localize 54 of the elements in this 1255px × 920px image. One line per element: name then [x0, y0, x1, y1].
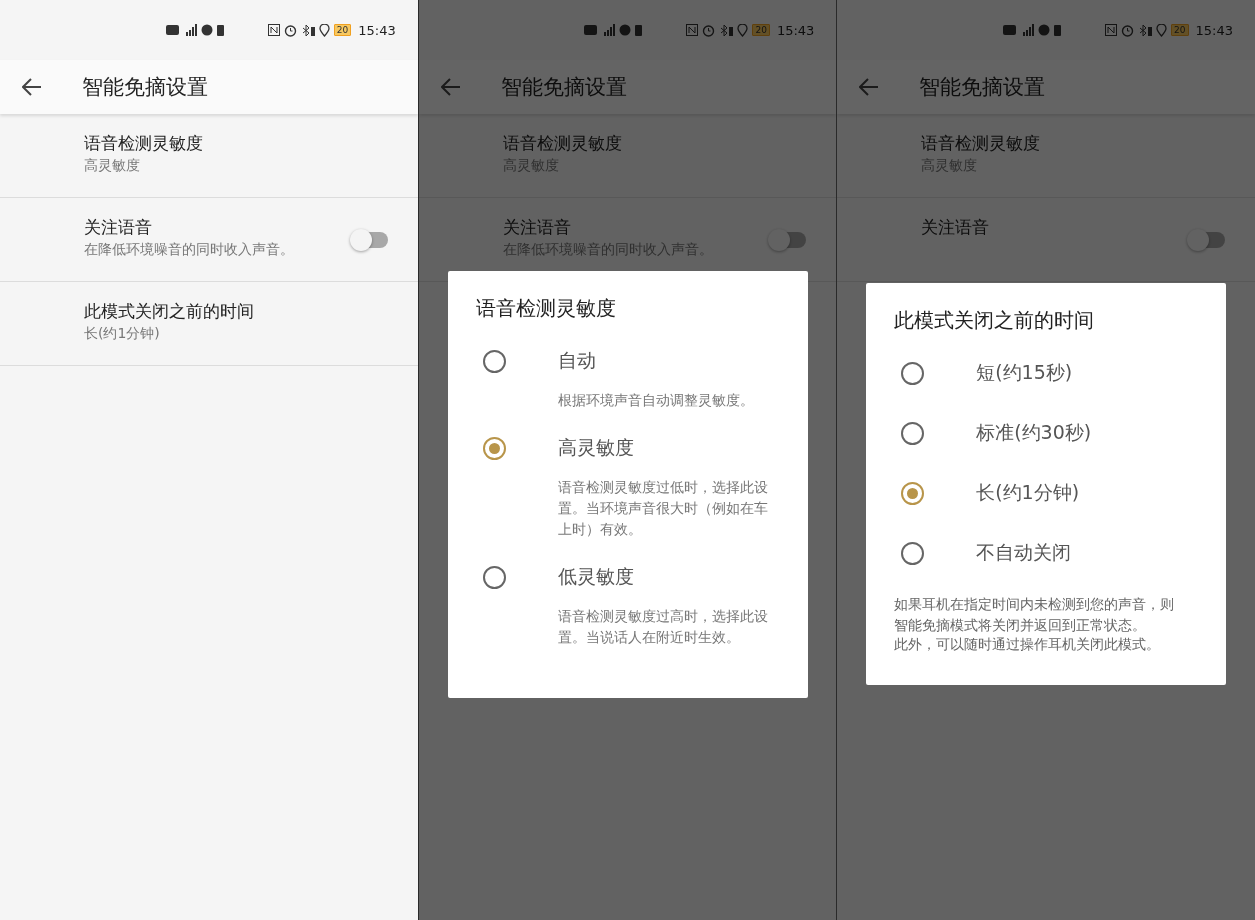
radio-option[interactable]: 高灵敏度 语音检测灵敏度过低时，选择此设置。当环境声音很大时（例如在车上时）有效。	[475, 430, 780, 540]
battery-icon	[1054, 24, 1062, 36]
setting-title: 语音检测灵敏度	[502, 132, 623, 155]
bluetooth-icon	[719, 23, 734, 37]
radio-option[interactable]: 自动 根据环境声音自动调整灵敏度。	[475, 343, 780, 411]
screen-title: 智能免摘设置	[919, 74, 1046, 101]
signal-icon	[601, 24, 616, 36]
battery-level: 20	[333, 24, 352, 36]
bluetooth-icon	[300, 23, 315, 37]
settings-row[interactable]: 语音检测灵敏度 高灵敏度	[0, 114, 418, 198]
clock-time: 15:43	[358, 22, 396, 38]
clock-time: 15:43	[776, 22, 815, 38]
battery-level: 20	[1171, 24, 1189, 36]
setting-value: 高灵敏度	[84, 157, 141, 175]
nfc-icon	[1105, 24, 1118, 36]
toggle-switch[interactable]	[1189, 231, 1225, 248]
setting-title: 关注语音	[84, 216, 153, 239]
dialog-note: 如果耳机在指定时间内未检测到您的声音，则智能免摘模式将关闭并返回到正常状态。	[894, 595, 1176, 635]
alarm-icon	[283, 23, 297, 37]
location-icon	[737, 23, 749, 37]
settings-row[interactable]: 此模式关闭之前的时间 长(约1分钟)	[0, 282, 418, 366]
radio-option[interactable]: 长(约1分钟)	[894, 476, 1199, 508]
radio-option[interactable]: 低灵敏度 语音检测灵敏度过高时，选择此设置。当说话人在附近时生效。	[475, 559, 780, 648]
radio-option[interactable]: 不自动关闭	[894, 536, 1199, 568]
toggle-switch[interactable]	[770, 231, 807, 248]
radio-option[interactable]: 短(约15秒)	[894, 356, 1199, 388]
setting-title: 此模式关闭之前的时间	[84, 300, 255, 323]
setting-title: 关注语音	[502, 216, 572, 239]
location-icon	[318, 23, 330, 37]
alarm-icon	[1121, 23, 1135, 37]
dialog-title: 此模式关闭之前的时间	[894, 307, 1096, 334]
toggle-switch[interactable]	[351, 231, 388, 248]
nfc-icon	[267, 24, 280, 36]
nfc-icon	[686, 24, 699, 36]
clock-time: 15:43	[1195, 22, 1233, 38]
back-button[interactable]	[20, 76, 44, 98]
battery-icon	[216, 24, 224, 36]
screen-title: 智能免摘设置	[82, 74, 208, 101]
screen-title: 智能免摘设置	[500, 74, 627, 101]
bluetooth-icon	[1138, 23, 1153, 37]
dialog-title: 语音检测灵敏度	[475, 294, 617, 322]
alarm-icon	[702, 23, 716, 37]
location-icon	[1156, 23, 1168, 37]
signal-icon	[1020, 24, 1035, 36]
setting-title: 语音检测灵敏度	[84, 132, 204, 155]
radio-option[interactable]: 标准(约30秒)	[894, 416, 1199, 448]
setting-value: 长(约1分钟)	[84, 325, 161, 343]
battery-icon	[635, 24, 643, 36]
settings-row[interactable]: 关注语音 在降低环境噪音的同时收入声音。	[0, 198, 418, 282]
setting-value: 在降低环境噪音的同时收入声音。	[84, 241, 295, 259]
battery-level: 20	[752, 24, 770, 36]
dialog-note: 此外，可以随时通过操作耳机关闭此模式。	[894, 635, 1162, 654]
setting-title: 关注语音	[921, 216, 991, 239]
setting-title: 语音检测灵敏度	[921, 132, 1042, 155]
